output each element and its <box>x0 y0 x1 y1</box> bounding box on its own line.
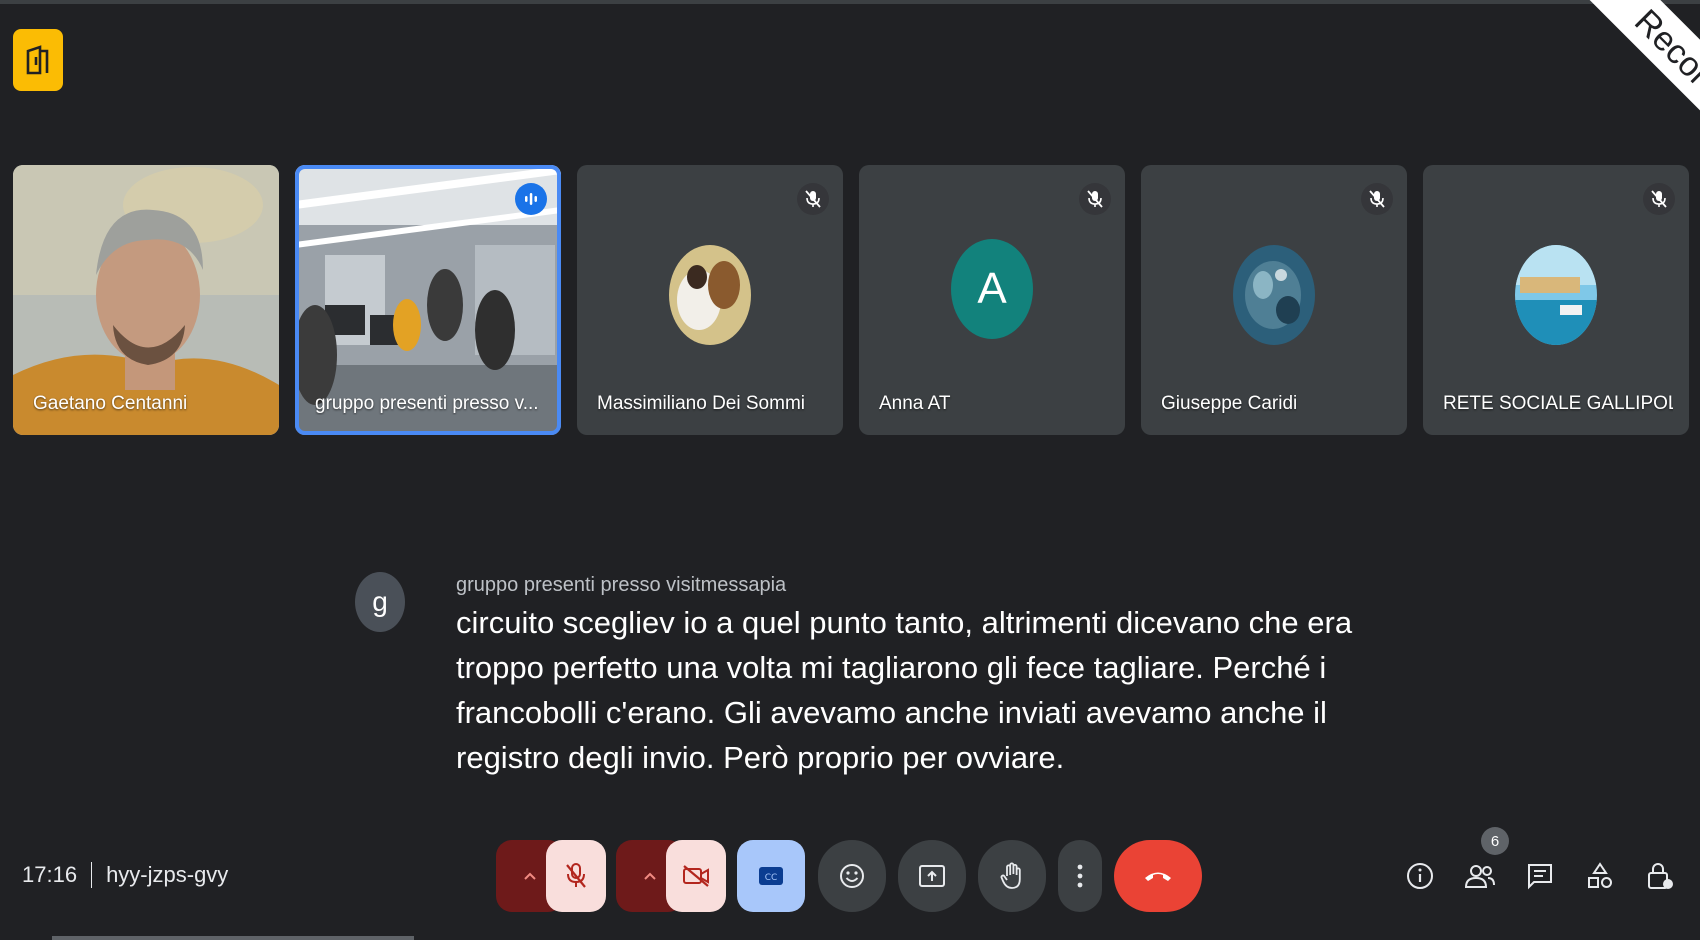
reactions-button[interactable] <box>818 840 886 912</box>
participant-name: Gaetano Centanni <box>33 393 188 414</box>
recording-label: Recorder <box>1627 2 1700 128</box>
chat-icon <box>1528 864 1552 890</box>
more-vert-icon <box>1077 864 1083 888</box>
chat-button[interactable] <box>1518 852 1562 900</box>
present-icon <box>919 865 945 887</box>
raise-hand-button[interactable] <box>978 840 1046 912</box>
leave-call-button[interactable] <box>1114 840 1202 912</box>
meeting-details: 17:16 hyy-jzps-gvy <box>22 862 228 888</box>
caption-speaker-avatar: g <box>355 572 405 632</box>
call-end-icon <box>1145 872 1171 881</box>
raise-hand-icon <box>1000 862 1021 889</box>
mic-off-icon <box>797 183 829 215</box>
meeting-logo-icon[interactable] <box>13 29 63 91</box>
mic-off-icon <box>1643 183 1675 215</box>
activities-button[interactable] <box>1578 852 1622 900</box>
participant-name: RETE SOCIALE GALLIPOLI <box>1443 393 1673 414</box>
participant-name: Anna AT <box>879 393 951 414</box>
info-icon <box>1407 863 1433 889</box>
svg-text:CC: CC <box>765 873 778 883</box>
captions-button[interactable]: CC <box>737 840 805 912</box>
divider <box>91 862 93 888</box>
videocam-off-icon <box>683 865 709 887</box>
participant-tile-massimiliano[interactable]: Massimiliano Dei Sommi <box>577 165 843 435</box>
avatar <box>669 244 751 345</box>
people-icon <box>1464 865 1495 888</box>
emoji-icon <box>840 864 864 888</box>
present-screen-button[interactable] <box>898 840 966 912</box>
meeting-time: 17:16 <box>22 862 78 887</box>
chevron-up-icon <box>524 872 536 880</box>
participant-tile-giuseppe[interactable]: Giuseppe Caridi <box>1141 165 1407 435</box>
mic-off-icon <box>1079 183 1111 215</box>
mic-off-icon <box>1361 183 1393 215</box>
avatar: A <box>951 239 1033 340</box>
top-border <box>0 0 1700 4</box>
meeting-details-button[interactable] <box>1398 852 1442 900</box>
people-count-badge: 6 <box>1481 827 1509 855</box>
meeting-code[interactable]: hyy-jzps-gvy <box>106 862 228 888</box>
microphone-toggle-button[interactable] <box>546 840 606 912</box>
participant-name: gruppo presenti presso v... <box>315 393 539 414</box>
participant-tile-rete-sociale[interactable]: RETE SOCIALE GALLIPOLI <box>1423 165 1689 435</box>
mic-off-icon <box>566 863 586 888</box>
avatar <box>1233 244 1315 345</box>
activities-icon <box>1588 862 1612 888</box>
recording-banner: Recorder <box>1580 0 1700 175</box>
caption-text: circuito scegliev io a quel punto tanto,… <box>456 605 1353 775</box>
caption-speaker-name: gruppo presenti presso visitmessapia <box>456 574 787 596</box>
participant-name: Massimiliano Dei Sommi <box>597 393 805 414</box>
speaking-indicator-icon <box>515 183 547 215</box>
participant-tile-anna[interactable]: A Anna AT <box>859 165 1125 435</box>
people-button[interactable] <box>1458 852 1502 900</box>
closed-caption-icon: CC <box>759 867 783 885</box>
more-options-button[interactable] <box>1058 840 1102 912</box>
host-controls-button[interactable] <box>1638 852 1682 900</box>
participant-tile-gaetano[interactable]: Gaetano Centanni <box>13 165 279 435</box>
participant-tile-gruppo[interactable]: gruppo presenti presso v... <box>295 165 561 435</box>
chevron-up-icon <box>644 872 656 880</box>
host-controls-icon <box>1648 863 1673 889</box>
avatar <box>1515 244 1597 345</box>
participant-name: Giuseppe Caridi <box>1161 393 1298 414</box>
camera-toggle-button[interactable] <box>666 840 726 912</box>
scroll-indicator <box>52 936 414 940</box>
